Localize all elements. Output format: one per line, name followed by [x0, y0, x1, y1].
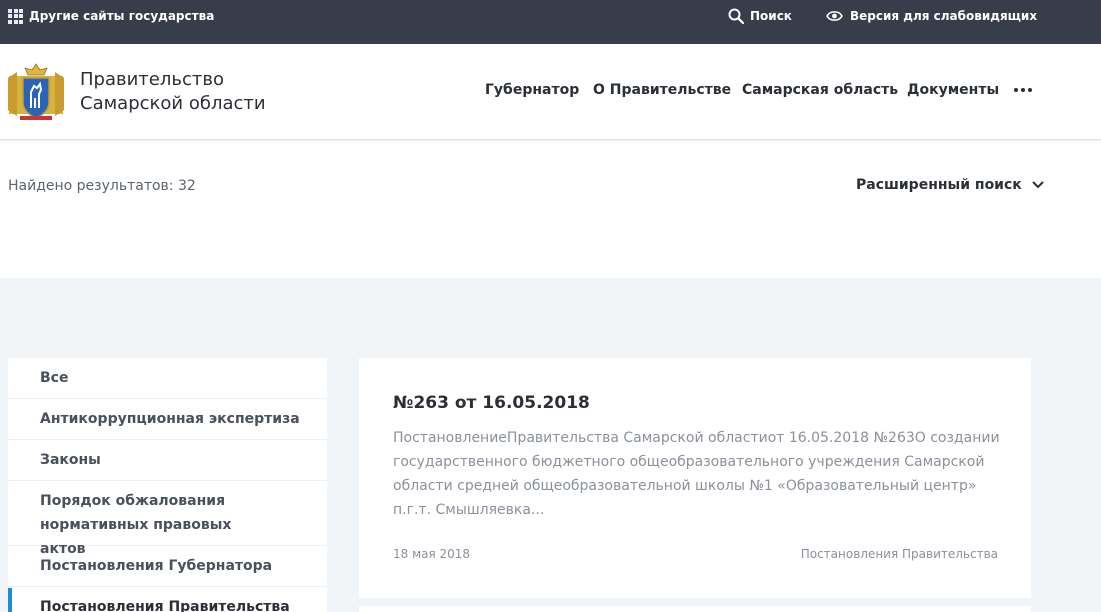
apps-grid-icon [8, 8, 23, 24]
sidebar-item-appeal-procedure[interactable]: Порядок обжалования нормативных правовых… [8, 489, 327, 557]
sidebar-item-label: Законы [40, 452, 101, 468]
search-link[interactable]: Поиск [728, 6, 792, 26]
low-vision-label: Версия для слабовидящих [850, 9, 1038, 23]
low-vision-link[interactable]: Версия для слабовидящих [826, 6, 1037, 26]
advanced-search-label: Расширенный поиск [856, 177, 1022, 193]
other-sites-label: Другие сайты государства [29, 9, 215, 23]
sidebar-item-anticorruption[interactable]: Антикоррупционная экспертиза [8, 407, 327, 440]
more-menu-icon[interactable] [1014, 88, 1032, 92]
nav-governor[interactable]: Губернатор [485, 82, 579, 98]
results-count: Найдено результатов: 32 [8, 178, 196, 194]
results-header: Найдено результатов: 32 Расширенный поис… [0, 141, 1101, 278]
search-icon [728, 8, 744, 24]
result-title[interactable]: №263 от 16.05.2018 [393, 393, 590, 413]
sidebar-item-laws[interactable]: Законы [8, 448, 327, 481]
nav-documents[interactable]: Документы [907, 82, 999, 98]
result-snippet: ПостановлениеПравительства Самарской обл… [393, 430, 1000, 518]
result-card: №263 от 16.05.2018 ПостановлениеПравител… [359, 358, 1031, 598]
site-title[interactable]: Правительство Самарской области [80, 68, 266, 116]
result-card-next [359, 606, 1031, 612]
search-label: Поиск [750, 9, 792, 23]
category-sidebar: Все Антикоррупционная экспертиза Законы … [8, 358, 327, 612]
sidebar-item-label: Постановления Губернатора [40, 558, 273, 574]
result-category: Постановления Правительства [800, 547, 998, 561]
eye-icon [826, 11, 843, 21]
top-bar: Другие сайты государства Поиск Версия дл… [0, 0, 1101, 44]
sidebar-item-label: Порядок обжалования нормативных правовых… [40, 493, 232, 557]
site-title-line1: Правительство [80, 69, 224, 90]
result-date: 18 мая 2018 [393, 547, 471, 561]
coat-of-arms-logo[interactable] [7, 60, 65, 124]
sidebar-item-label: Постановления Правительства [40, 599, 290, 612]
sidebar-item-governor-decrees[interactable]: Постановления Губернатора [8, 554, 327, 587]
chevron-down-icon [1032, 181, 1044, 189]
advanced-search-toggle[interactable]: Расширенный поиск [856, 177, 1044, 193]
site-header: Правительство Самарской области Губернат… [0, 44, 1101, 140]
nav-samara-region[interactable]: Самарская область [742, 82, 898, 98]
site-title-line2: Самарской области [80, 93, 266, 114]
sidebar-item-government-decrees[interactable]: Постановления Правительства [8, 588, 327, 612]
nav-about-government[interactable]: О Правительстве [593, 82, 731, 98]
sidebar-item-label: Антикоррупционная экспертиза [40, 411, 300, 427]
sidebar-item-all[interactable]: Все [8, 366, 327, 399]
sidebar-item-label: Все [40, 370, 69, 386]
other-sites-link[interactable]: Другие сайты государства [8, 8, 214, 24]
